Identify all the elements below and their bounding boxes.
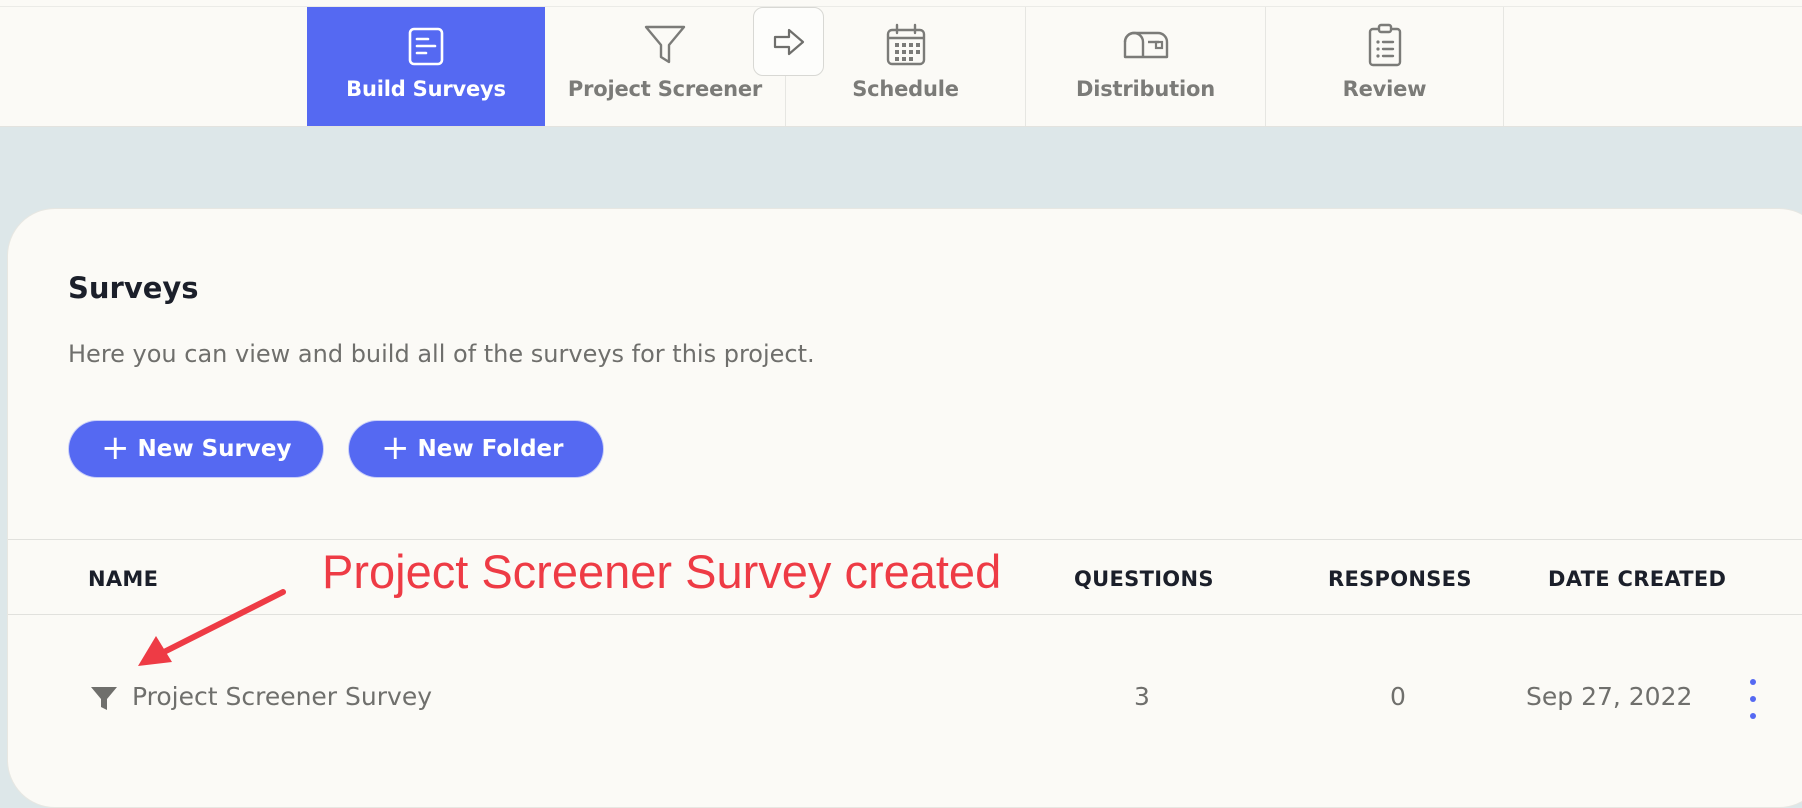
new-survey-button[interactable]: + New Survey	[69, 421, 323, 477]
filter-icon	[644, 25, 686, 64]
annotation-arrow-icon	[138, 589, 286, 666]
tab-label: Review	[1342, 77, 1427, 101]
tab-distribution[interactable]: Distribution	[1026, 7, 1266, 126]
tab-build-surveys[interactable]: Build Surveys	[307, 7, 545, 126]
clipboard-icon	[1368, 23, 1401, 67]
plus-icon: +	[101, 427, 130, 468]
tab-project-screener[interactable]: Project Screener	[545, 7, 786, 126]
page-description: Here you can view and build all of the s…	[68, 340, 815, 368]
new-folder-button[interactable]: + New Folder	[349, 421, 603, 477]
survey-questions-count: 3	[1134, 682, 1150, 711]
calendar-icon	[886, 23, 925, 66]
column-header-responses[interactable]: RESPONSES	[1328, 567, 1472, 591]
new-survey-label: New Survey	[137, 436, 292, 462]
surveys-card: Surveys Here you can view and build all …	[7, 208, 1802, 808]
document-icon	[408, 27, 444, 66]
survey-responses-count: 0	[1390, 682, 1406, 711]
page-title: Surveys	[68, 271, 199, 305]
arrow-right-icon	[773, 28, 804, 55]
new-folder-label: New Folder	[417, 436, 564, 462]
survey-name-link[interactable]: Project Screener Survey	[132, 682, 432, 711]
kebab-dot	[1750, 696, 1756, 702]
filter-icon	[91, 687, 117, 710]
tab-label: Schedule	[852, 77, 959, 101]
table-divider	[8, 539, 1802, 540]
tab-review[interactable]: Review	[1266, 7, 1504, 126]
tab-label: Project Screener	[567, 77, 763, 101]
top-nav: Build Surveys Project Screener Schedule	[0, 0, 1802, 127]
row-more-options-button[interactable]	[1741, 679, 1765, 719]
kebab-dot	[1750, 679, 1756, 685]
plus-icon: +	[381, 427, 410, 468]
annotation-text: Project Screener Survey created	[322, 545, 1002, 598]
next-step-button[interactable]	[753, 7, 824, 76]
column-header-date-created[interactable]: DATE CREATED	[1548, 567, 1726, 591]
survey-date-created: Sep 27, 2022	[1526, 682, 1693, 711]
kebab-dot	[1750, 713, 1756, 719]
column-header-questions[interactable]: QUESTIONS	[1074, 567, 1214, 591]
mailbox-icon	[1123, 31, 1168, 59]
tab-label: Build Surveys	[346, 77, 506, 101]
tab-label: Distribution	[1076, 77, 1215, 101]
